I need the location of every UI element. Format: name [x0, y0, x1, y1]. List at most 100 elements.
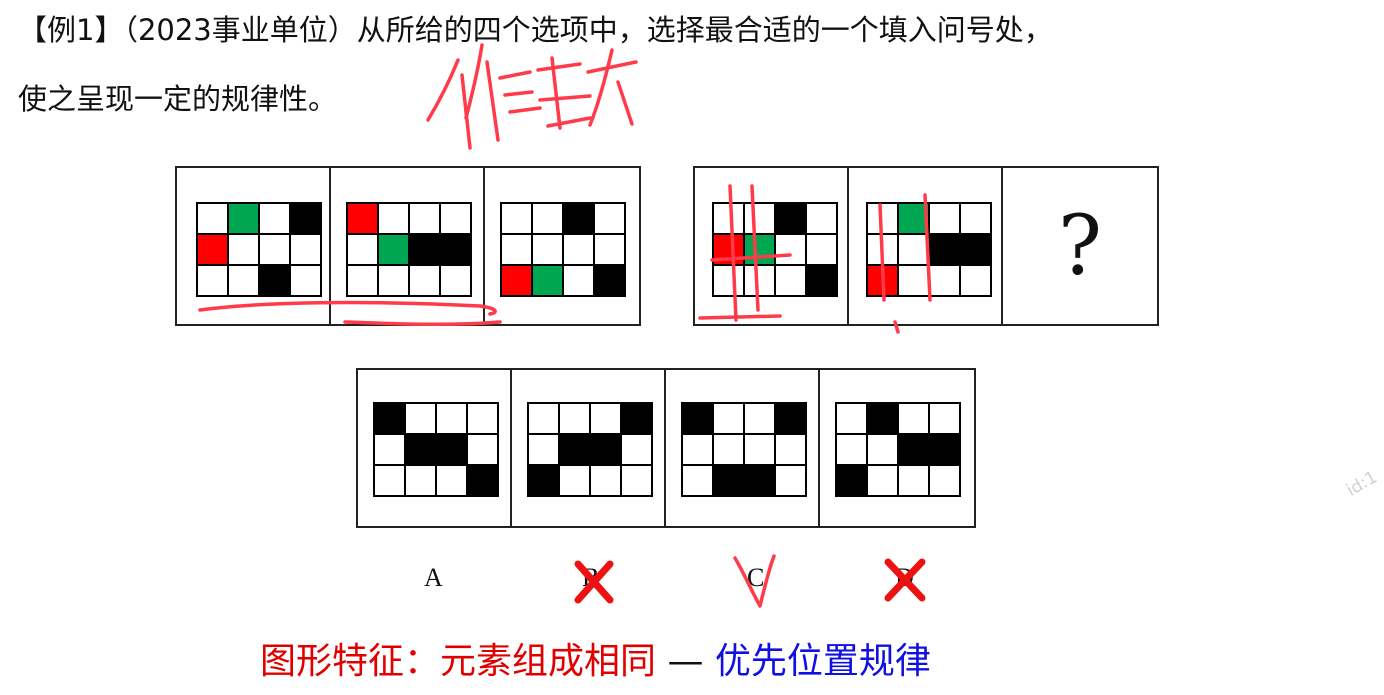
grid-cell-white [930, 204, 959, 233]
grid-cell-white [961, 204, 990, 233]
grid-cell-white [406, 404, 435, 433]
feature-dash: — [656, 641, 715, 682]
grid-cell-green [379, 235, 408, 264]
grid-cell-white [776, 266, 805, 295]
grid-cell-white [807, 235, 836, 264]
grid-cell-white [348, 266, 377, 295]
grid-cell-white [930, 466, 959, 495]
grid-cell-white [291, 266, 320, 295]
grid-cell-black [437, 435, 466, 464]
grid-cell-white [560, 466, 589, 495]
figure-panel-4 [695, 168, 849, 324]
grid-cell-red [868, 266, 897, 295]
grid-cell-white [714, 266, 743, 295]
grid-cell-white [745, 266, 774, 295]
grid-cell-white [437, 466, 466, 495]
figure-grid-5 [866, 202, 992, 297]
figure-panel-5 [849, 168, 1003, 324]
option-label-d: D [895, 563, 914, 592]
grid-cell-black [837, 466, 866, 495]
scribble-char-4 [586, 48, 638, 127]
grid-cell-black [930, 435, 959, 464]
figure-grid-1 [196, 202, 322, 297]
grid-cell-black [468, 466, 497, 495]
question-line-2: 使之呈现一定的规律性。 [18, 82, 338, 116]
grid-cell-black [776, 204, 805, 233]
grid-cell-white [502, 204, 531, 233]
grid-cell-white [468, 404, 497, 433]
options-strip [356, 368, 976, 528]
grid-cell-black [410, 235, 439, 264]
question-figures-left [175, 166, 641, 326]
grid-cell-white [375, 466, 404, 495]
option-panel-a[interactable] [358, 370, 512, 526]
grid-cell-black [375, 404, 404, 433]
option-grid-b [527, 402, 653, 497]
option-label-a: A [424, 563, 443, 592]
grid-cell-black [868, 404, 897, 433]
grid-cell-white [930, 404, 959, 433]
grid-cell-white [533, 204, 562, 233]
grid-cell-red [198, 235, 227, 264]
grid-cell-black [595, 266, 624, 295]
scribble-char-3 [536, 56, 592, 130]
grid-cell-white [375, 435, 404, 464]
grid-cell-green [229, 204, 258, 233]
grid-cell-white [198, 266, 227, 295]
grid-cell-white [441, 266, 470, 295]
grid-cell-white [745, 204, 774, 233]
grid-cell-white [379, 266, 408, 295]
grid-cell-white [406, 466, 435, 495]
grid-cell-black [260, 266, 289, 295]
grid-cell-white [714, 404, 743, 433]
grid-cell-white [198, 204, 227, 233]
grid-cell-black [529, 466, 558, 495]
grid-cell-red [714, 235, 743, 264]
grid-cell-white [529, 435, 558, 464]
scribble-char-2 [464, 43, 542, 142]
grid-cell-black [441, 235, 470, 264]
grid-cell-white [807, 204, 836, 233]
grid-cell-white [899, 404, 928, 433]
grid-cell-white [591, 466, 620, 495]
watermark-id: id:1 [1343, 467, 1381, 501]
feature-text-red: 图形特征：元素组成相同 [260, 641, 657, 682]
grid-cell-white [410, 204, 439, 233]
grid-cell-white [714, 435, 743, 464]
option-panel-d[interactable] [820, 370, 974, 526]
scribble-char-1 [426, 58, 472, 150]
grid-cell-white [468, 435, 497, 464]
grid-cell-white [260, 204, 289, 233]
grid-cell-white [502, 235, 531, 264]
grid-cell-white [379, 204, 408, 233]
grid-cell-white [837, 404, 866, 433]
option-grid-c [681, 402, 807, 497]
question-mark: ? [1058, 198, 1102, 294]
grid-cell-white [591, 404, 620, 433]
grid-cell-white [899, 466, 928, 495]
grid-cell-black [807, 266, 836, 295]
grid-cell-green [745, 235, 774, 264]
option-label-c: C [747, 563, 765, 592]
grid-cell-red [502, 266, 531, 295]
grid-cell-white [529, 404, 558, 433]
option-panel-c[interactable] [666, 370, 820, 526]
grid-cell-black [683, 404, 712, 433]
option-panel-b[interactable] [512, 370, 666, 526]
grid-cell-white [291, 235, 320, 264]
grid-cell-white [533, 235, 562, 264]
grid-cell-black [961, 235, 990, 264]
option-label-b: B [582, 563, 600, 592]
grid-cell-white [868, 435, 897, 464]
option-grid-d [835, 402, 961, 497]
figure-grid-3 [500, 202, 626, 297]
grid-cell-white [776, 466, 805, 495]
grid-cell-white [714, 204, 743, 233]
grid-cell-black [564, 204, 593, 233]
grid-cell-black [930, 235, 959, 264]
grid-cell-black [776, 404, 805, 433]
grid-cell-red [348, 204, 377, 233]
grid-cell-black [406, 435, 435, 464]
figure-panel-1 [177, 168, 331, 324]
grid-cell-black [560, 435, 589, 464]
